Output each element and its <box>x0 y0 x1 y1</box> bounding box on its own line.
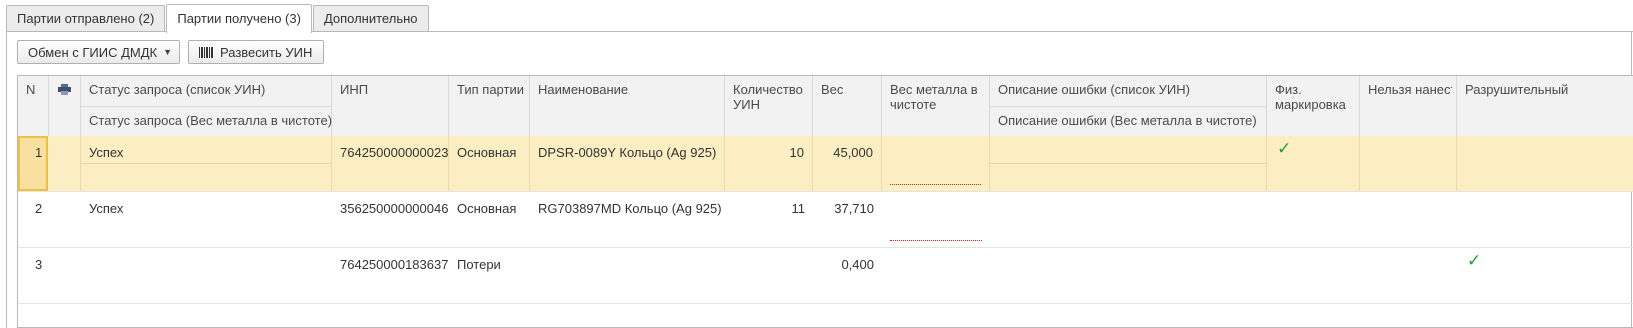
cell-cannot-apply[interactable] <box>1360 136 1457 191</box>
cell-qty[interactable]: 10 <box>725 136 813 191</box>
cell-qty-text: 11 <box>791 201 806 216</box>
header-subdivider <box>990 106 1266 107</box>
barcode-icon <box>199 46 213 58</box>
cell-inp-text: 356250000000046 <box>340 201 449 216</box>
cell-print <box>49 136 81 191</box>
column-header-print[interactable] <box>49 76 81 136</box>
table-row[interactable]: 3 764250000183637 Потери 0,400 ✓ <box>18 248 1633 304</box>
tab-bar: Партии отправлено (2) Партии получено (3… <box>6 4 430 33</box>
cell-phys-marking[interactable]: ✓ <box>1267 136 1360 191</box>
table-header: N Статус запроса (список УИН) Статус зап… <box>18 76 1633 137</box>
header-qty-label: Количество УИН <box>733 82 803 112</box>
cell-type-text: Потери <box>457 257 501 272</box>
cell-inp-text: 764250000183637 <box>340 257 449 272</box>
header-status-sub-label: Статус запроса (Вес металла в чистоте) <box>89 113 333 128</box>
column-header-name[interactable]: Наименование <box>530 76 725 136</box>
column-header-error[interactable]: Описание ошибки (список УИН) Описание ош… <box>990 76 1267 136</box>
error-underline <box>890 240 982 241</box>
cell-type[interactable]: Основная <box>449 136 530 191</box>
header-metal-label: Вес металла в чистоте <box>890 82 978 112</box>
header-subdivider <box>81 106 331 107</box>
header-status-label: Статус запроса (список УИН) <box>89 82 266 97</box>
cell-status[interactable]: Успех <box>81 192 332 247</box>
header-error-sub-label: Описание ошибки (Вес металла в чистоте) <box>998 113 1257 128</box>
cell-type[interactable]: Основная <box>449 192 530 247</box>
column-header-uin-count[interactable]: Количество УИН <box>725 76 813 136</box>
unpack-button-label: Развесить УИН <box>220 44 313 60</box>
cell-error[interactable] <box>990 136 1267 191</box>
cell-weight-text: 37,710 <box>834 201 874 216</box>
header-weight-label: Вес <box>821 82 844 97</box>
header-phys-label: Физ. маркировка <box>1275 82 1346 112</box>
printer-icon <box>58 84 71 95</box>
cell-metal-weight[interactable] <box>882 136 990 191</box>
cell-status-text: Успех <box>89 145 124 160</box>
tab-batches-received[interactable]: Партии получено (3) <box>166 4 312 33</box>
cell-destructive[interactable] <box>1457 136 1633 191</box>
row-number: 2 <box>35 201 43 216</box>
checkmark-icon: ✓ <box>1277 139 1292 158</box>
cell-metal-weight[interactable] <box>882 192 990 247</box>
cell-qty[interactable]: 11 <box>725 192 813 247</box>
tab-batches-sent[interactable]: Партии отправлено (2) <box>6 5 166 32</box>
chevron-down-icon: ▼ <box>163 47 173 57</box>
row-number: 3 <box>35 257 43 272</box>
cell-inp[interactable]: 356250000000046 <box>332 192 449 247</box>
cell-type[interactable]: Потери <box>449 248 530 303</box>
header-inp-label: ИНП <box>340 82 369 97</box>
column-header-phys-marking[interactable]: Физ. маркировка <box>1267 76 1360 136</box>
row-number: 1 <box>35 145 43 160</box>
cell-name-text: RG703897MD Кольцо (Ag 925) <box>538 201 722 216</box>
unpack-uin-button[interactable]: Развесить УИН <box>188 40 324 64</box>
checkmark-icon: ✓ <box>1467 251 1482 270</box>
cell-weight-text: 45,000 <box>833 145 873 160</box>
cell-inp-text: 764250000000023 <box>340 145 449 160</box>
table-row[interactable]: 1 Успех 764250000000023 Основная DPSR-00… <box>18 136 1633 192</box>
column-header-destructive[interactable]: Разрушительный <box>1457 76 1633 136</box>
column-header-weight[interactable]: Вес <box>813 76 882 136</box>
header-n-label: N <box>26 82 36 97</box>
column-header-metal-weight[interactable]: Вес металла в чистоте <box>882 76 990 136</box>
exchange-button-label: Обмен с ГИИС ДМДК <box>28 44 158 60</box>
column-header-status[interactable]: Статус запроса (список УИН) Статус запро… <box>81 76 332 136</box>
header-error-label: Описание ошибки (список УИН) <box>998 82 1190 97</box>
cell-qty-text: 10 <box>789 145 804 160</box>
row-focus-cell[interactable] <box>18 136 48 191</box>
cell-weight[interactable]: 0,400 <box>813 248 882 303</box>
column-header-cannot-apply[interactable]: Нельзя нанести физ… <box>1360 76 1457 136</box>
header-destructive-label: Разрушительный <box>1465 82 1569 97</box>
exchange-giis-dmdk-button[interactable]: Обмен с ГИИС ДМДК ▼ <box>17 40 180 64</box>
tab-panel-left-border <box>6 31 7 328</box>
tab-additional[interactable]: Дополнительно <box>312 5 429 32</box>
cell-subdivider <box>81 163 331 164</box>
header-name-label: Наименование <box>538 82 629 97</box>
header-cannot-label: Нельзя нанести физ… <box>1368 82 1452 97</box>
table-row[interactable]: 2 Успех 356250000000046 Основная RG70389… <box>18 192 1633 248</box>
cell-status[interactable]: Успех <box>81 136 332 191</box>
column-header-n[interactable]: N <box>18 76 49 136</box>
cell-type-text: Основная <box>457 145 517 160</box>
error-underline <box>890 184 981 185</box>
cell-subdivider <box>990 163 1266 164</box>
column-header-inp[interactable]: ИНП <box>332 76 449 136</box>
cell-inp[interactable]: 764250000183637 <box>332 248 449 303</box>
cell-name[interactable]: RG703897MD Кольцо (Ag 925) <box>530 192 725 247</box>
batches-received-table[interactable]: N Статус запроса (список УИН) Статус зап… <box>17 75 1633 328</box>
header-type-label: Тип партии <box>457 82 524 97</box>
cell-type-text: Основная <box>457 201 517 216</box>
cell-destructive[interactable]: ✓ <box>1457 248 1633 303</box>
column-header-batch-type[interactable]: Тип партии <box>449 76 530 136</box>
cell-name[interactable]: DPSR-0089Y Кольцо (Ag 925) <box>530 136 725 191</box>
cell-inp[interactable]: 764250000000023 <box>332 136 449 191</box>
cell-weight[interactable]: 37,710 <box>813 192 882 247</box>
cell-weight[interactable]: 45,000 <box>813 136 882 191</box>
cell-status-text: Успех <box>89 201 124 216</box>
cell-weight-text: 0,400 <box>841 257 874 272</box>
cell-name-text: DPSR-0089Y Кольцо (Ag 925) <box>538 145 717 160</box>
